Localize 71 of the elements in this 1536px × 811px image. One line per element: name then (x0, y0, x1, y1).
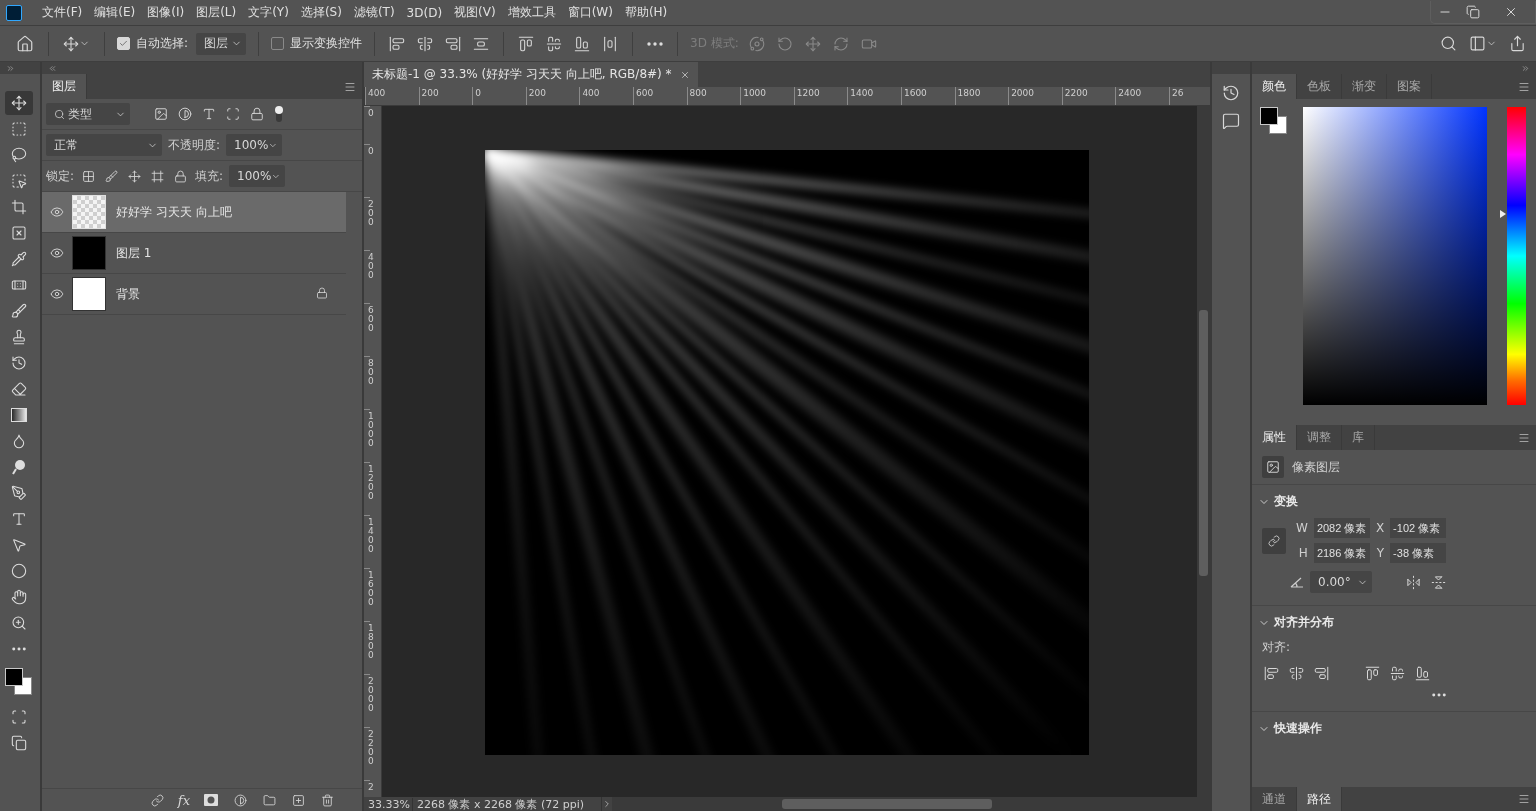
target-dropdown[interactable]: 图层 (196, 32, 247, 55)
menu-item[interactable]: 文字(Y) (242, 2, 295, 23)
lock-label: 锁定: (46, 167, 75, 185)
ruler-label: 1000 (740, 87, 794, 105)
opacity-field[interactable]: 100% (226, 134, 283, 156)
ruler-label: 200 (418, 87, 473, 105)
field-label: W (1296, 521, 1308, 535)
ruler-label: 400 (365, 87, 419, 105)
panel-tab[interactable]: 属性 (1252, 425, 1297, 450)
ruler-label: 2400 (1115, 87, 1169, 105)
layer-name: 背景 (116, 285, 141, 303)
panel-tab[interactable]: 路径 (1297, 787, 1342, 811)
menu-item[interactable]: 帮助(H) (618, 2, 674, 23)
menu-item[interactable]: 滤镜(T) (347, 2, 401, 23)
ruler-label: 1200 (793, 87, 848, 105)
align-label: 对齐: (1262, 639, 1292, 656)
ruler-label: 1600 (900, 87, 955, 105)
checkbox-label: 显示变换控件 (290, 35, 363, 52)
layer-type: 像素图层 (1292, 458, 1340, 476)
ruler-label: 400 (579, 87, 633, 105)
document-tab[interactable]: 未标题-1 @ 33.3% (好好学 习天天 向上吧, RGB/8#) * (364, 62, 698, 87)
blend-mode-dropdown[interactable]: 正常 (46, 134, 162, 156)
input-field[interactable]: 2186 像素 (1313, 543, 1370, 563)
layer-name: 好好学 习天天 向上吧 (116, 203, 233, 221)
menu-item[interactable]: 增效工具 (501, 2, 562, 23)
panel-tab[interactable]: 库 (1342, 425, 1375, 450)
field-label: H (1297, 546, 1308, 560)
field-label: X (1375, 521, 1385, 535)
input-field[interactable]: -102 像素 (1390, 518, 1447, 538)
fill-label: 填充: (195, 167, 224, 185)
panel-tab[interactable]: 色板 (1297, 74, 1342, 99)
section-header[interactable]: 变换 (1252, 485, 1304, 514)
zoom-level: 33.33% (364, 797, 413, 811)
panel-tab[interactable]: 颜色 (1252, 74, 1297, 99)
panel-tab[interactable]: 图案 (1387, 74, 1432, 99)
panel-tab[interactable]: 调整 (1297, 425, 1342, 450)
layer-name: 图层 1 (116, 244, 153, 262)
menu-item[interactable]: 编辑(E) (88, 2, 142, 23)
layer-row[interactable]: 好好学 习天天 向上吧 (42, 192, 346, 233)
opacity-label: 不透明度: (168, 136, 221, 154)
field-label: Y (1375, 546, 1385, 560)
section-header[interactable]: 对齐并分布 (1252, 606, 1340, 635)
layer-row[interactable]: 图层 1 (42, 233, 346, 274)
filter-label: 类型 (68, 105, 92, 123)
ruler-label: 1800 (954, 87, 1009, 105)
filter-dropdown[interactable]: 类型 (46, 103, 130, 125)
panel-tab[interactable]: 渐变 (1342, 74, 1387, 99)
ruler-label: 1400 (847, 87, 901, 105)
fx-button[interactable]: fx (177, 792, 190, 808)
ruler-label: 800 (686, 87, 741, 105)
ruler-label: 200 (525, 87, 580, 105)
menu-item[interactable]: 视图(V) (448, 2, 502, 23)
menu-item[interactable]: 3D(D) (400, 3, 449, 22)
ruler-label: 600 (632, 87, 687, 105)
fill-field[interactable]: 100% (229, 165, 286, 187)
menu-item[interactable]: 图层(L) (190, 2, 243, 23)
layer-row[interactable]: 背景 (42, 274, 346, 315)
ruler-label: 2000 (1008, 87, 1062, 105)
ruler-label: 2200 (1061, 87, 1116, 105)
input-field[interactable]: 2082 像素 (1313, 518, 1370, 538)
panel-tab[interactable]: 图层 (42, 74, 87, 99)
angle-field[interactable]: 0.00° (1310, 571, 1372, 593)
menu-item[interactable]: 图像(I) (141, 2, 191, 23)
section-header[interactable]: 快速操作 (1252, 712, 1536, 741)
document-info: 2268 像素 x 2268 像素 (72 ppi) (413, 796, 602, 811)
input-field[interactable]: -38 像素 (1390, 543, 1447, 563)
checkbox-label: 自动选择: (136, 35, 189, 52)
menu-item[interactable]: 窗口(W) (561, 2, 619, 23)
menu-item[interactable]: 文件(F) (36, 2, 89, 23)
menu-item[interactable]: 选择(S) (294, 2, 348, 23)
ruler-label: 0 (472, 87, 526, 105)
